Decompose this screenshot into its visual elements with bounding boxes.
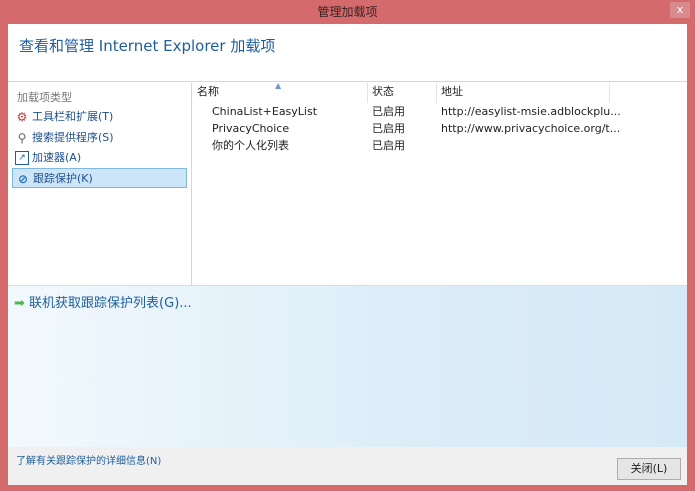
row-address: http://www.privacychoice.org/t... [441,122,621,135]
close-button[interactable]: 关闭(L) [617,458,681,480]
row-status: 已启用 [372,105,405,118]
column-header-name[interactable]: 名称 ▲ [193,81,368,103]
row-name: ChinaList+EasyList [212,105,318,118]
details-pane: ➡ 联机获取跟踪保护列表(G)... [8,285,687,447]
footer: 了解有关跟踪保护的详细信息(N) 关闭(L) [8,447,687,485]
column-label: 名称 [197,85,219,98]
title-bar: 管理加载项 x [0,0,695,24]
row-status: 已启用 [372,122,405,135]
sidebar-item-label: 加速器(A) [32,151,82,164]
header: 查看和管理 Internet Explorer 加载项 [8,24,687,82]
sidebar-item-label: 搜索提供程序(S) [32,131,114,144]
close-icon[interactable]: x [670,2,690,18]
accelerator-icon: ↗ [15,151,29,165]
column-label: 地址 [441,85,463,98]
gear-icon: ⚙ [16,110,28,124]
sidebar-item-accelerators[interactable]: ↗ 加速器(A) [12,148,187,168]
addon-type-pane: 加载项类型 ⚙ 工具栏和扩展(T) ⚲ 搜索提供程序(S) ↗ 加速器(A) ⊘ 跟踪保… [8,83,192,285]
page-title: 查看和管理 Internet Explorer 加载项 [19,37,276,55]
search-icon: ⚲ [17,131,27,145]
row-status: 已启用 [372,139,405,152]
sidebar-item-label: 跟踪保护(K) [33,172,93,185]
addon-type-heading: 加载项类型 [17,91,72,104]
sidebar-item-label: 工具栏和扩展(T) [32,110,114,123]
block-icon: ⊘ [17,172,29,186]
addon-list: 名称 ▲ 状态 地址 ChinaList+EasyList 已启用 http://ea… [193,81,687,285]
column-header-address[interactable]: 地址 [437,83,610,103]
table-row[interactable]: 你的个人化列表 已启用 [193,137,687,154]
get-tracking-list-link[interactable]: ➡ 联机获取跟踪保护列表(G)... [14,292,192,311]
row-address: http://easylist-msie.adblockplu... [441,105,621,118]
sort-arrow-icon: ▲ [275,81,282,90]
sidebar-item-toolbars[interactable]: ⚙ 工具栏和扩展(T) [12,107,187,127]
row-name: 你的个人化列表 [212,139,289,152]
more-info-link[interactable]: 了解有关跟踪保护的详细信息(N) [16,452,161,467]
row-name: PrivacyChoice [212,122,290,135]
window-title: 管理加载项 [317,5,378,19]
sidebar-item-tracking-protection[interactable]: ⊘ 跟踪保护(K) [12,168,187,188]
dialog: 查看和管理 Internet Explorer 加载项 加载项类型 ⚙ 工具栏和扩… [8,24,687,485]
column-label: 状态 [372,85,394,98]
sidebar-item-search[interactable]: ⚲ 搜索提供程序(S) [12,128,187,148]
table-row[interactable]: ChinaList+EasyList 已启用 http://easylist-msi… [193,103,687,120]
table-row[interactable]: PrivacyChoice 已启用 http://www.privacychoice… [193,120,687,137]
link-label: 联机获取跟踪保护列表(G)... [29,296,192,311]
column-header-status[interactable]: 状态 [368,83,437,103]
green-arrow-icon: ➡ [14,296,25,311]
